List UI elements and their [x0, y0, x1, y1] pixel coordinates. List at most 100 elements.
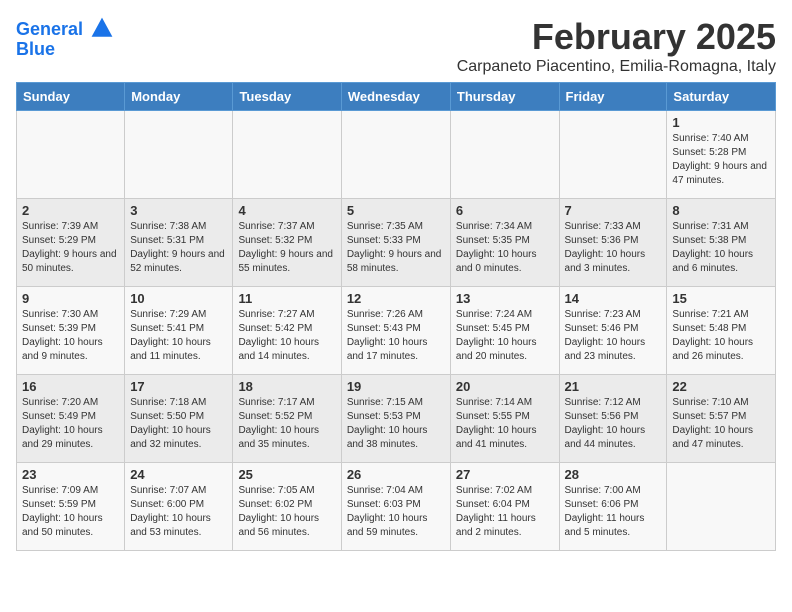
calendar-cell: 16 Sunrise: 7:20 AM Sunset: 5:49 PM Dayli… [17, 375, 125, 463]
day-number: 8 [672, 203, 770, 218]
day-number: 20 [456, 379, 554, 394]
day-info: Sunrise: 7:21 AM Sunset: 5:48 PM Dayligh… [672, 308, 770, 364]
calendar-cell: 12 Sunrise: 7:26 AM Sunset: 5:43 PM Dayli… [341, 287, 450, 375]
calendar-cell: 24 Sunrise: 7:07 AM Sunset: 6:00 PM Dayli… [125, 463, 233, 551]
calendar-cell: 18Sunrise: 7:17 AM Sunset: 5:52 PM Dayli… [233, 375, 341, 463]
day-info: Sunrise: 7:37 AM Sunset: 5:32 PM Dayligh… [238, 220, 335, 276]
day-number: 13 [456, 291, 554, 306]
calendar-cell: 19Sunrise: 7:15 AM Sunset: 5:53 PM Dayli… [341, 375, 450, 463]
logo-text: General [16, 20, 114, 40]
calendar-cell [341, 111, 450, 199]
calendar-cell: 11 Sunrise: 7:27 AM Sunset: 5:42 PM Dayli… [233, 287, 341, 375]
day-number: 3 [130, 203, 227, 218]
day-info: Sunrise: 7:10 AM Sunset: 5:57 PM Dayligh… [672, 396, 770, 452]
calendar-cell: 22 Sunrise: 7:10 AM Sunset: 5:57 PM Dayli… [667, 375, 776, 463]
day-info: Sunrise: 7:09 AM Sunset: 5:59 PM Dayligh… [22, 484, 119, 540]
calendar-week-row: 1 Sunrise: 7:40 AM Sunset: 5:28 PM Daylig… [17, 111, 776, 199]
day-info: Sunrise: 7:17 AM Sunset: 5:52 PM Dayligh… [238, 396, 335, 452]
calendar-week-row: 9Sunrise: 7:30 AM Sunset: 5:39 PM Daylig… [17, 287, 776, 375]
day-info: Sunrise: 7:23 AM Sunset: 5:46 PM Dayligh… [565, 308, 662, 364]
column-header-monday: Monday [125, 83, 233, 111]
calendar-cell [450, 111, 559, 199]
location-title: Carpaneto Piacentino, Emilia-Romagna, It… [457, 58, 776, 76]
calendar-cell: 8 Sunrise: 7:31 AM Sunset: 5:38 PM Daylig… [667, 199, 776, 287]
day-info: Sunrise: 7:20 AM Sunset: 5:49 PM Dayligh… [22, 396, 119, 452]
day-number: 16 [22, 379, 119, 394]
day-info: Sunrise: 7:12 AM Sunset: 5:56 PM Dayligh… [565, 396, 662, 452]
calendar-cell: 4Sunrise: 7:37 AM Sunset: 5:32 PM Daylig… [233, 199, 341, 287]
day-number: 7 [565, 203, 662, 218]
day-number: 14 [565, 291, 662, 306]
calendar-table: SundayMondayTuesdayWednesdayThursdayFrid… [16, 82, 776, 551]
calendar-cell [125, 111, 233, 199]
logo: General Blue [16, 20, 114, 60]
calendar-week-row: 23 Sunrise: 7:09 AM Sunset: 5:59 PM Dayli… [17, 463, 776, 551]
column-header-sunday: Sunday [17, 83, 125, 111]
calendar-cell: 7 Sunrise: 7:33 AM Sunset: 5:36 PM Daylig… [559, 199, 667, 287]
calendar-cell: 26Sunrise: 7:04 AM Sunset: 6:03 PM Dayli… [341, 463, 450, 551]
column-header-saturday: Saturday [667, 83, 776, 111]
calendar-header-row: SundayMondayTuesdayWednesdayThursdayFrid… [17, 83, 776, 111]
calendar-cell: 25Sunrise: 7:05 AM Sunset: 6:02 PM Dayli… [233, 463, 341, 551]
column-header-thursday: Thursday [450, 83, 559, 111]
day-info: Sunrise: 7:38 AM Sunset: 5:31 PM Dayligh… [130, 220, 227, 276]
day-number: 11 [238, 291, 335, 306]
day-info: Sunrise: 7:14 AM Sunset: 5:55 PM Dayligh… [456, 396, 554, 452]
day-info: Sunrise: 7:35 AM Sunset: 5:33 PM Dayligh… [347, 220, 445, 276]
day-info: Sunrise: 7:02 AM Sunset: 6:04 PM Dayligh… [456, 484, 554, 540]
column-header-tuesday: Tuesday [233, 83, 341, 111]
calendar-cell: 15 Sunrise: 7:21 AM Sunset: 5:48 PM Dayli… [667, 287, 776, 375]
calendar-cell: 23 Sunrise: 7:09 AM Sunset: 5:59 PM Dayli… [17, 463, 125, 551]
calendar-week-row: 2 Sunrise: 7:39 AM Sunset: 5:29 PM Daylig… [17, 199, 776, 287]
calendar-cell: 21 Sunrise: 7:12 AM Sunset: 5:56 PM Dayli… [559, 375, 667, 463]
day-number: 9 [22, 291, 119, 306]
day-number: 12 [347, 291, 445, 306]
day-number: 6 [456, 203, 554, 218]
calendar-cell [559, 111, 667, 199]
calendar-cell: 20 Sunrise: 7:14 AM Sunset: 5:55 PM Dayli… [450, 375, 559, 463]
day-number: 27 [456, 467, 554, 482]
day-number: 26 [347, 467, 445, 482]
column-header-friday: Friday [559, 83, 667, 111]
calendar-cell: 9Sunrise: 7:30 AM Sunset: 5:39 PM Daylig… [17, 287, 125, 375]
day-number: 22 [672, 379, 770, 394]
day-info: Sunrise: 7:29 AM Sunset: 5:41 PM Dayligh… [130, 308, 227, 364]
day-number: 15 [672, 291, 770, 306]
day-info: Sunrise: 7:33 AM Sunset: 5:36 PM Dayligh… [565, 220, 662, 276]
calendar-cell: 10Sunrise: 7:29 AM Sunset: 5:41 PM Dayli… [125, 287, 233, 375]
calendar-cell: 5 Sunrise: 7:35 AM Sunset: 5:33 PM Daylig… [341, 199, 450, 287]
day-number: 5 [347, 203, 445, 218]
calendar-cell [17, 111, 125, 199]
calendar-cell [667, 463, 776, 551]
calendar-cell: 17 Sunrise: 7:18 AM Sunset: 5:50 PM Dayli… [125, 375, 233, 463]
calendar-cell: 1 Sunrise: 7:40 AM Sunset: 5:28 PM Daylig… [667, 111, 776, 199]
title-area: February 2025 Carpaneto Piacentino, Emil… [457, 16, 776, 76]
day-info: Sunrise: 7:05 AM Sunset: 6:02 PM Dayligh… [238, 484, 335, 540]
day-info: Sunrise: 7:07 AM Sunset: 6:00 PM Dayligh… [130, 484, 227, 540]
logo-text-blue: Blue [16, 40, 114, 60]
day-number: 19 [347, 379, 445, 394]
calendar-week-row: 16 Sunrise: 7:20 AM Sunset: 5:49 PM Dayli… [17, 375, 776, 463]
calendar-cell: 13 Sunrise: 7:24 AM Sunset: 5:45 PM Dayli… [450, 287, 559, 375]
day-number: 2 [22, 203, 119, 218]
day-info: Sunrise: 7:24 AM Sunset: 5:45 PM Dayligh… [456, 308, 554, 364]
day-info: Sunrise: 7:18 AM Sunset: 5:50 PM Dayligh… [130, 396, 227, 452]
calendar-cell: 14 Sunrise: 7:23 AM Sunset: 5:46 PM Dayli… [559, 287, 667, 375]
day-info: Sunrise: 7:26 AM Sunset: 5:43 PM Dayligh… [347, 308, 445, 364]
day-number: 23 [22, 467, 119, 482]
day-number: 28 [565, 467, 662, 482]
calendar-cell: 6Sunrise: 7:34 AM Sunset: 5:35 PM Daylig… [450, 199, 559, 287]
day-info: Sunrise: 7:31 AM Sunset: 5:38 PM Dayligh… [672, 220, 770, 276]
day-info: Sunrise: 7:27 AM Sunset: 5:42 PM Dayligh… [238, 308, 335, 364]
column-header-wednesday: Wednesday [341, 83, 450, 111]
day-info: Sunrise: 7:39 AM Sunset: 5:29 PM Dayligh… [22, 220, 119, 276]
day-number: 1 [672, 115, 770, 130]
day-number: 21 [565, 379, 662, 394]
calendar-cell: 3 Sunrise: 7:38 AM Sunset: 5:31 PM Daylig… [125, 199, 233, 287]
calendar-cell: 27 Sunrise: 7:02 AM Sunset: 6:04 PM Dayli… [450, 463, 559, 551]
day-number: 24 [130, 467, 227, 482]
day-number: 17 [130, 379, 227, 394]
month-title: February 2025 [457, 16, 776, 58]
calendar-cell: 28Sunrise: 7:00 AM Sunset: 6:06 PM Dayli… [559, 463, 667, 551]
day-info: Sunrise: 7:40 AM Sunset: 5:28 PM Dayligh… [672, 132, 770, 188]
